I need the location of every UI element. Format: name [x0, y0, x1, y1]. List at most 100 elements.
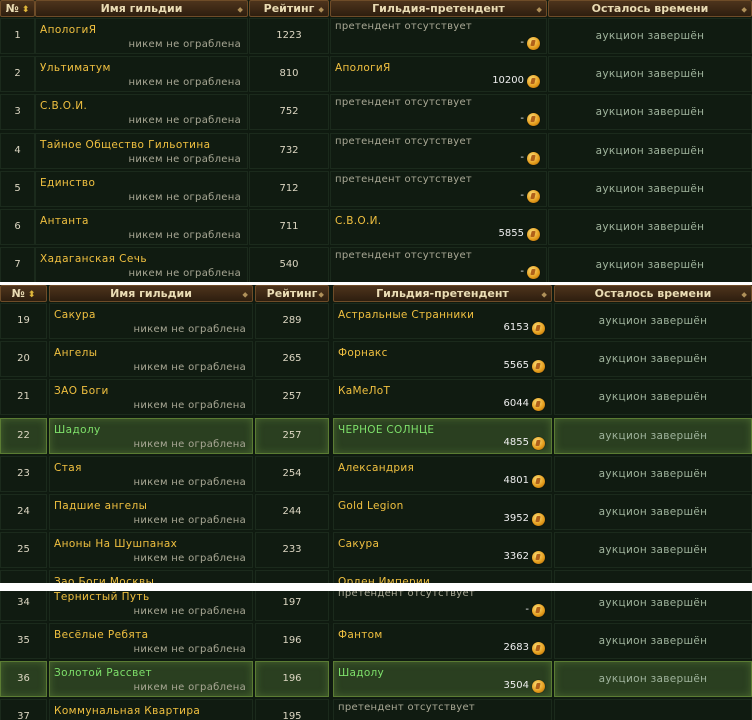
- header-time-left[interactable]: Осталось времени ⬥: [548, 0, 752, 17]
- table-row[interactable]: 35 Весёлые Ребята никем не ограблена 196 Фан…: [0, 623, 752, 659]
- table-row[interactable]: 21 ЗАО Боги никем не ограблена 257 КаМеЛоТ 60…: [0, 379, 752, 416]
- guild-name-cell[interactable]: Золотой Рассвет никем не ограблена: [49, 661, 253, 697]
- challenger-cell[interactable]: Фантом 2683: [333, 623, 552, 659]
- challenger-name[interactable]: Фантом: [338, 629, 383, 641]
- guild-name[interactable]: Единство: [40, 177, 95, 189]
- guild-name[interactable]: Золотой Рассвет: [54, 667, 152, 679]
- guild-name[interactable]: Стая: [54, 462, 82, 474]
- guild-name-cell[interactable]: Единство никем не ограблена: [35, 170, 248, 207]
- header-challenger[interactable]: Гильдия-претендент ⬥: [330, 0, 547, 17]
- header-guild-name[interactable]: Имя гильдии ⬥: [35, 0, 248, 17]
- challenger-name[interactable]: Сакура: [338, 538, 379, 550]
- guild-name[interactable]: АпологиЯ: [40, 24, 96, 36]
- header-rating[interactable]: Рейтинг ⬥: [249, 0, 329, 17]
- challenger-cell[interactable]: Астральные Странники 6153: [333, 303, 552, 339]
- challenger-name[interactable]: Шадолу: [338, 667, 384, 679]
- challenger-cell[interactable]: ЧЕРНОЕ СОЛНЦЕ 4855: [333, 417, 552, 454]
- guild-name-cell[interactable]: Зао Боги Москвы: [49, 570, 253, 583]
- challenger-name[interactable]: С.В.О.И.: [335, 215, 381, 227]
- guild-name[interactable]: ЗАО Боги: [54, 385, 109, 397]
- table-row[interactable]: 19 Сакура никем не ограблена 289 Астральные …: [0, 303, 752, 339]
- challenger-name[interactable]: Орден Империи: [338, 576, 430, 583]
- table-row[interactable]: 36 Золотой Рассвет никем не ограблена 196 Ша…: [0, 661, 752, 697]
- challenger-cell[interactable]: АпологиЯ 10200: [330, 56, 547, 93]
- challenger-cell[interactable]: претендент отсутствует -: [330, 94, 547, 131]
- challenger-cell[interactable]: Орден Империи: [333, 570, 552, 583]
- challenger-cell[interactable]: претендент отсутствует: [333, 699, 552, 720]
- dropdown-arrow-icon[interactable]: ⬥: [242, 287, 248, 302]
- challenger-cell[interactable]: претендент отсутствует -: [330, 170, 547, 207]
- table-row[interactable]: 22 Шадолу никем не ограблена 257 ЧЕРНОЕ СОЛН…: [0, 417, 752, 454]
- guild-name-cell[interactable]: Аноны На Шушпанах никем не ограблена: [49, 532, 253, 569]
- sort-arrow-icon[interactable]: ⬍: [28, 288, 36, 303]
- table-row[interactable]: 34 Тернистый Путь никем не ограблена 197 пре…: [0, 591, 752, 621]
- header-number[interactable]: № ⬍: [0, 0, 35, 17]
- table-row[interactable]: 4 Тайное Общество Гильотина никем не ограб…: [0, 132, 752, 169]
- guild-name-cell[interactable]: Ультиматум никем не ограблена: [35, 56, 248, 93]
- guild-name[interactable]: С.В.О.И.: [40, 100, 87, 112]
- challenger-name[interactable]: КаМеЛоТ: [338, 385, 390, 397]
- table-row[interactable]: 25 Аноны На Шушпанах никем не ограблена 233…: [0, 532, 752, 569]
- table-row[interactable]: 37 Коммунальная Квартира 195 претендент отс…: [0, 699, 752, 720]
- guild-name[interactable]: Аноны На Шушпанах: [54, 538, 177, 550]
- guild-name[interactable]: Сакура: [54, 309, 96, 321]
- dropdown-arrow-icon[interactable]: ⬥: [741, 2, 747, 17]
- challenger-cell[interactable]: претендент отсутствует -: [333, 591, 552, 621]
- guild-name[interactable]: Тернистый Путь: [54, 591, 150, 603]
- challenger-cell[interactable]: претендент отсутствует -: [330, 18, 547, 54]
- guild-name[interactable]: Антанта: [40, 215, 89, 227]
- guild-name-cell[interactable]: Весёлые Ребята никем не ограблена: [49, 623, 253, 659]
- guild-name[interactable]: Коммунальная Квартира: [54, 705, 200, 717]
- guild-name-cell[interactable]: Хадаганская Сечь никем не ограблена: [35, 247, 248, 282]
- guild-name-cell[interactable]: Падшие ангелы никем не ограблена: [49, 494, 253, 530]
- table-row[interactable]: 3 С.В.О.И. никем не ограблена 752 претендент…: [0, 94, 752, 131]
- dropdown-arrow-icon[interactable]: ⬥: [541, 287, 547, 302]
- dropdown-arrow-icon[interactable]: ⬥: [318, 287, 324, 302]
- challenger-name[interactable]: Форнакс: [338, 347, 388, 359]
- table-row[interactable]: 2 Ультиматум никем не ограблена 810 АпологиЯ…: [0, 56, 752, 93]
- challenger-cell[interactable]: претендент отсутствует -: [330, 247, 547, 282]
- challenger-cell[interactable]: КаМеЛоТ 6044: [333, 379, 552, 416]
- sort-arrow-icon[interactable]: ⬍: [22, 3, 30, 18]
- guild-name[interactable]: Ангелы: [54, 347, 97, 359]
- header-time-left[interactable]: Осталось времени ⬥: [554, 285, 752, 302]
- guild-name[interactable]: Тайное Общество Гильотина: [40, 139, 210, 151]
- challenger-cell[interactable]: С.В.О.И. 5855: [330, 209, 547, 245]
- challenger-name[interactable]: ЧЕРНОЕ СОЛНЦЕ: [338, 424, 434, 436]
- dropdown-arrow-icon[interactable]: ⬥: [741, 287, 747, 302]
- guild-name-cell[interactable]: Антанта никем не ограблена: [35, 209, 248, 245]
- guild-name-cell[interactable]: Коммунальная Квартира: [49, 699, 253, 720]
- guild-name[interactable]: Падшие ангелы: [54, 500, 147, 512]
- header-rating[interactable]: Рейтинг ⬥: [255, 285, 329, 302]
- table-row[interactable]: 26 Зао Боги Москвы 231 Орден Империи: [0, 570, 752, 583]
- guild-name[interactable]: Ультиматум: [40, 62, 111, 74]
- challenger-cell[interactable]: Александрия 4801: [333, 455, 552, 492]
- guild-name[interactable]: Шадолу: [54, 424, 101, 436]
- challenger-cell[interactable]: Сакура 3362: [333, 532, 552, 569]
- guild-name[interactable]: Весёлые Ребята: [54, 629, 148, 641]
- dropdown-arrow-icon[interactable]: ⬥: [318, 2, 324, 17]
- header-challenger[interactable]: Гильдия-претендент ⬥: [333, 285, 552, 302]
- challenger-cell[interactable]: Форнакс 5565: [333, 341, 552, 378]
- guild-name[interactable]: Хадаганская Сечь: [40, 253, 147, 265]
- guild-name-cell[interactable]: Тайное Общество Гильотина никем не ограбл…: [35, 132, 248, 169]
- table-row[interactable]: 23 Стая никем не ограблена 254 Александрия 48…: [0, 455, 752, 492]
- guild-name-cell[interactable]: Шадолу никем не ограблена: [49, 417, 253, 454]
- table-row[interactable]: 5 Единство никем не ограблена 712 претендент…: [0, 170, 752, 207]
- challenger-cell[interactable]: Шадолу 3504: [333, 661, 552, 697]
- header-guild-name[interactable]: Имя гильдии ⬥: [49, 285, 253, 302]
- guild-name-cell[interactable]: АпологиЯ никем не ограблена: [35, 18, 248, 54]
- challenger-name[interactable]: Астральные Странники: [338, 309, 474, 321]
- header-number[interactable]: № ⬍: [0, 285, 47, 302]
- challenger-cell[interactable]: Gold Legion 3952: [333, 494, 552, 530]
- guild-name-cell[interactable]: С.В.О.И. никем не ограблена: [35, 94, 248, 131]
- challenger-name[interactable]: Gold Legion: [338, 500, 404, 512]
- guild-name-cell[interactable]: ЗАО Боги никем не ограблена: [49, 379, 253, 416]
- guild-name-cell[interactable]: Ангелы никем не ограблена: [49, 341, 253, 378]
- dropdown-arrow-icon[interactable]: ⬥: [237, 2, 243, 17]
- dropdown-arrow-icon[interactable]: ⬥: [536, 2, 542, 17]
- challenger-cell[interactable]: претендент отсутствует -: [330, 132, 547, 169]
- table-row[interactable]: 24 Падшие ангелы никем не ограблена 244 Gold…: [0, 494, 752, 530]
- guild-name-cell[interactable]: Сакура никем не ограблена: [49, 303, 253, 339]
- guild-name-cell[interactable]: Стая никем не ограблена: [49, 455, 253, 492]
